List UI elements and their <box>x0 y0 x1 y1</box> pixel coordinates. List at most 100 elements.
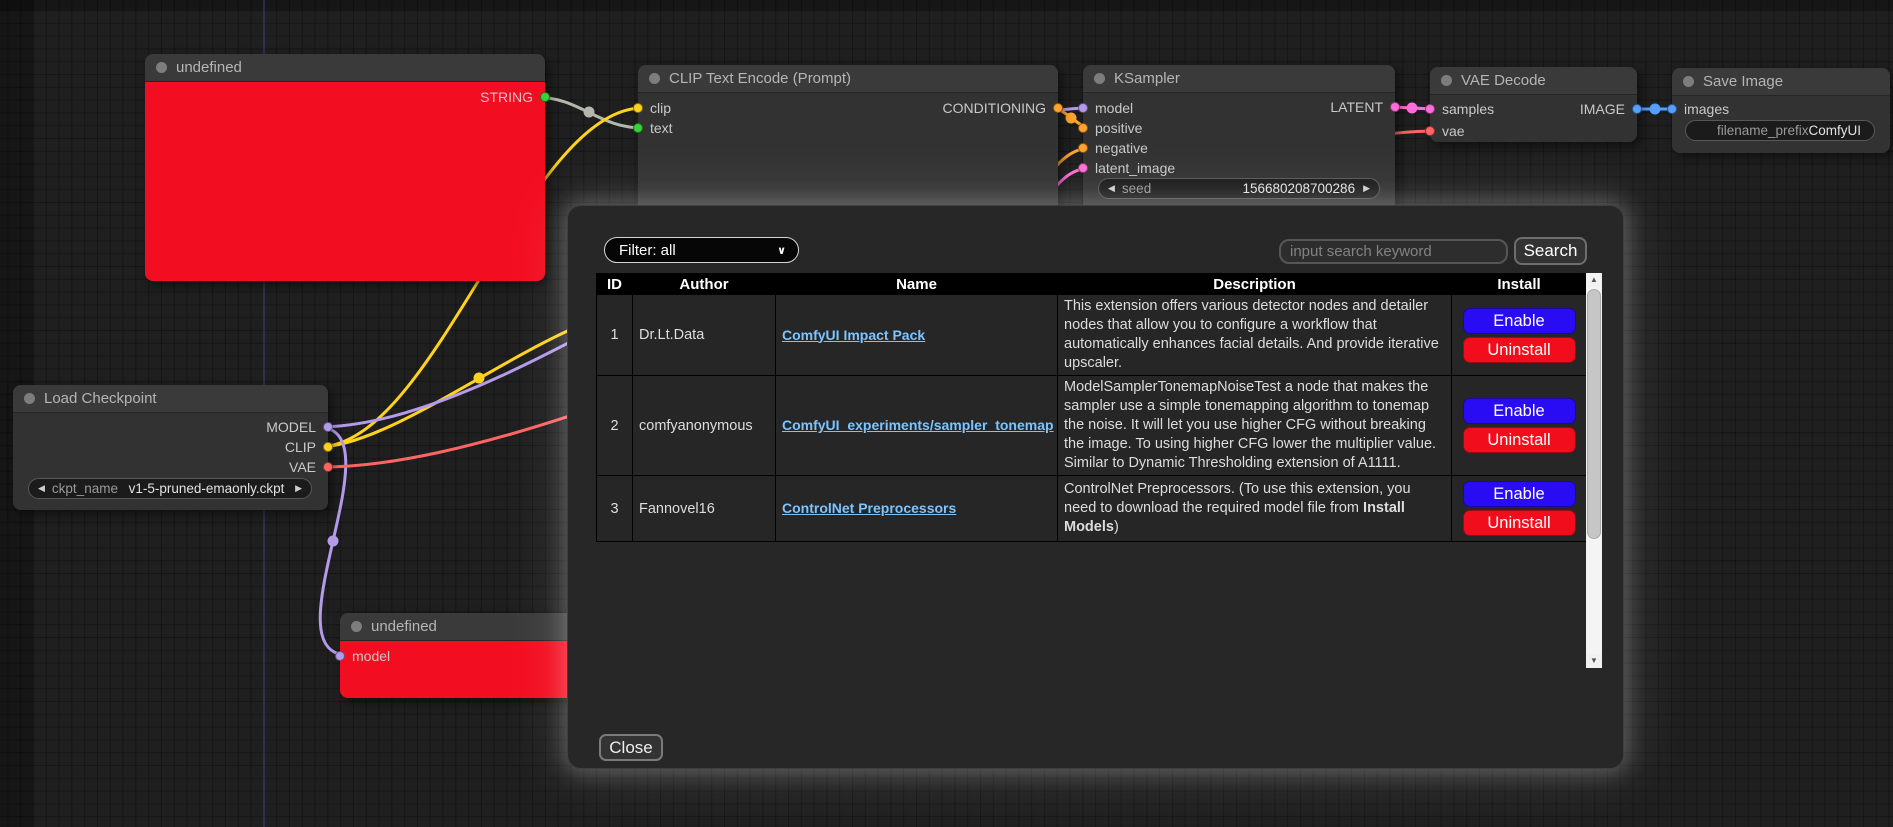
node-header[interactable]: CLIP Text Encode (Prompt) <box>638 65 1058 93</box>
slot-dot-samples[interactable] <box>1425 104 1435 114</box>
cell-author: Fannovel16 <box>633 476 776 542</box>
node-save-image[interactable]: Save Image images filename_prefix ComfyU… <box>1672 68 1890 153</box>
input-slot-latent-image[interactable]: latent_image <box>1078 160 1175 176</box>
enable-button[interactable]: Enable <box>1463 398 1576 424</box>
cell-install: Enable Uninstall <box>1452 295 1587 376</box>
slot-dot-text[interactable] <box>633 123 643 133</box>
output-slot-string[interactable]: STRING <box>480 89 550 105</box>
node-header[interactable]: KSampler <box>1083 65 1395 93</box>
slot-dot-images[interactable] <box>1667 104 1677 114</box>
cell-id: 2 <box>597 376 633 476</box>
node-title: VAE Decode <box>1461 72 1546 89</box>
uninstall-button[interactable]: Uninstall <box>1463 510 1576 536</box>
output-slot-conditioning[interactable]: CONDITIONING <box>943 100 1063 116</box>
output-slot-image[interactable]: IMAGE <box>1580 101 1642 117</box>
uninstall-button[interactable]: Uninstall <box>1463 427 1576 453</box>
scroll-down-icon[interactable]: ▼ <box>1586 654 1602 668</box>
slot-dot-positive[interactable] <box>1078 123 1088 133</box>
table-scrollbar[interactable]: ▲ ▼ <box>1586 273 1602 668</box>
slot-dot-vae[interactable] <box>323 462 333 472</box>
extension-link[interactable]: ComfyUI_experiments/sampler_tonemap <box>782 417 1054 433</box>
node-header[interactable]: undefined <box>145 54 545 82</box>
node-header[interactable]: undefined <box>340 613 575 641</box>
node-title: undefined <box>371 618 437 635</box>
input-slot-positive[interactable]: positive <box>1078 120 1142 136</box>
scrollbar-thumb[interactable] <box>1587 289 1601 539</box>
input-slot-model[interactable]: model <box>1078 100 1133 116</box>
increment-arrow-icon[interactable]: ▶ <box>1363 183 1370 194</box>
decrement-arrow-icon[interactable]: ◀ <box>38 483 45 494</box>
input-slot-samples[interactable]: samples <box>1425 101 1494 117</box>
slot-dot-latent-image[interactable] <box>1078 163 1088 173</box>
node-title: Save Image <box>1703 73 1783 90</box>
slot-dot-clip[interactable] <box>633 103 643 113</box>
slot-dot-string[interactable] <box>540 92 550 102</box>
collapse-dot-icon[interactable] <box>1441 75 1452 86</box>
node-undefined-bottom[interactable]: undefined model <box>340 613 575 698</box>
node-undefined-top[interactable]: undefined STRING <box>145 54 545 281</box>
collapse-dot-icon[interactable] <box>649 73 660 84</box>
extension-table: IDAuthorNameDescriptionInstall 1Dr.Lt.Da… <box>596 273 1602 668</box>
output-slot-latent[interactable]: LATENT <box>1330 99 1400 115</box>
description-text: ControlNet Preprocessors. (To use this e… <box>1064 481 1411 516</box>
node-header[interactable]: VAE Decode <box>1430 67 1637 95</box>
input-slot-model[interactable]: model <box>335 648 390 664</box>
output-slot-vae[interactable]: VAE <box>289 459 333 475</box>
extension-link[interactable]: ComfyUI Impact Pack <box>782 327 925 343</box>
node-title: KSampler <box>1114 70 1180 87</box>
node-canvas[interactable]: undefined STRING CLIP Text Encode (Promp… <box>0 0 1893 827</box>
node-load-checkpoint[interactable]: Load Checkpoint MODEL CLIP VAE ◀ ckpt_na… <box>13 385 328 510</box>
slot-dot-image[interactable] <box>1632 104 1642 114</box>
cell-id: 1 <box>597 295 633 376</box>
collapse-dot-icon[interactable] <box>156 62 167 73</box>
collapse-dot-icon[interactable] <box>351 621 362 632</box>
enable-button[interactable]: Enable <box>1463 308 1576 334</box>
input-slot-clip[interactable]: clip <box>633 100 671 116</box>
input-slot-text[interactable]: text <box>633 120 673 136</box>
slot-dot-negative[interactable] <box>1078 143 1088 153</box>
chevron-down-icon: ∨ <box>777 244 786 257</box>
extension-link[interactable]: ControlNet Preprocessors <box>782 500 956 516</box>
collapse-dot-icon[interactable] <box>24 393 35 404</box>
cell-description: ControlNet Preprocessors. (To use this e… <box>1058 476 1452 542</box>
cell-description: This extension offers various detector n… <box>1058 295 1452 376</box>
slot-dot-model[interactable] <box>1078 103 1088 113</box>
collapse-dot-icon[interactable] <box>1094 73 1105 84</box>
input-slot-negative[interactable]: negative <box>1078 140 1148 156</box>
slot-dot-model[interactable] <box>335 651 345 661</box>
collapse-dot-icon[interactable] <box>1683 76 1694 87</box>
description-text: ) <box>1114 519 1119 535</box>
input-slot-vae[interactable]: vae <box>1425 123 1465 139</box>
slot-dot-vae[interactable] <box>1425 126 1435 136</box>
node-body <box>145 82 545 281</box>
output-slot-clip[interactable]: CLIP <box>285 439 333 455</box>
table-row: 3Fannovel16ControlNet PreprocessorsContr… <box>597 476 1587 542</box>
table-header-row: IDAuthorNameDescriptionInstall <box>597 274 1587 295</box>
column-header: Description <box>1058 274 1452 295</box>
slot-dot-clip[interactable] <box>323 442 333 452</box>
uninstall-button[interactable]: Uninstall <box>1463 337 1576 363</box>
slot-dot-conditioning[interactable] <box>1053 103 1063 113</box>
node-header[interactable]: Save Image <box>1672 68 1890 96</box>
column-header: Name <box>776 274 1058 295</box>
decrement-arrow-icon[interactable]: ◀ <box>1108 183 1115 194</box>
description-text: This extension offers various detector n… <box>1064 298 1439 371</box>
close-button[interactable]: Close <box>599 734 663 761</box>
column-header: Author <box>633 274 776 295</box>
node-vae-decode[interactable]: VAE Decode samples vae IMAGE <box>1430 67 1637 142</box>
ckpt-name-widget[interactable]: ◀ ckpt_name v1-5-pruned-emaonly.ckpt ▶ <box>28 478 312 499</box>
seed-widget[interactable]: ◀ seed 156680208700286 ▶ <box>1098 178 1380 199</box>
extension-table-body: 1Dr.Lt.DataComfyUI Impact PackThis exten… <box>597 295 1587 542</box>
search-button[interactable]: Search <box>1514 237 1587 265</box>
input-slot-images[interactable]: images <box>1667 101 1729 117</box>
search-input[interactable] <box>1279 239 1508 264</box>
slot-dot-model[interactable] <box>323 422 333 432</box>
filename-prefix-widget[interactable]: filename_prefix ComfyUI <box>1685 120 1875 141</box>
scroll-up-icon[interactable]: ▲ <box>1586 273 1602 287</box>
increment-arrow-icon[interactable]: ▶ <box>295 483 302 494</box>
filter-select[interactable]: Filter: all ∨ <box>604 237 799 263</box>
enable-button[interactable]: Enable <box>1463 481 1576 507</box>
slot-dot-latent[interactable] <box>1390 102 1400 112</box>
node-header[interactable]: Load Checkpoint <box>13 385 328 413</box>
output-slot-model[interactable]: MODEL <box>266 419 333 435</box>
